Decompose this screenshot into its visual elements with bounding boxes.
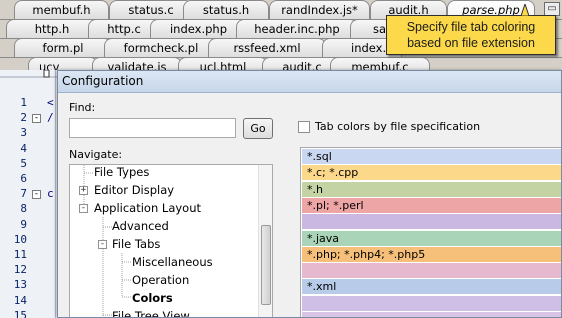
tree-item[interactable]: Editor Display: [94, 182, 174, 199]
callout-tooltip: Specify file tab coloring based on file …: [386, 15, 556, 55]
color-row[interactable]: [302, 312, 561, 317]
tab-list-button[interactable]: ▭: [544, 2, 560, 16]
color-row[interactable]: [302, 295, 561, 311]
fold-toggle-icon[interactable]: -: [32, 114, 41, 124]
color-row[interactable]: *.sql: [302, 149, 561, 164]
line-number: 12: [13, 263, 27, 277]
file-tab[interactable]: form.pl: [14, 38, 112, 58]
line-number: 7: [20, 187, 27, 201]
tree-item[interactable]: Colors: [132, 290, 173, 307]
tree-item[interactable]: Application Layout: [94, 200, 201, 217]
line-number: 4: [20, 141, 27, 155]
color-row[interactable]: [302, 263, 561, 279]
code-text[interactable]: c: [47, 187, 54, 200]
fold-toggle-icon[interactable]: -: [32, 190, 41, 200]
color-row[interactable]: *.php; *.php4; *.php5: [302, 246, 561, 262]
dialog-titlebar[interactable]: Configuration: [58, 71, 561, 93]
tree-scroll-thumb[interactable]: [261, 225, 271, 305]
file-tab[interactable]: ucl.html: [178, 57, 268, 70]
file-tab[interactable]: ucv: [28, 57, 98, 70]
file-tab[interactable]: randIndex.js*: [269, 0, 370, 20]
callout-line-2: based on file extension: [407, 36, 535, 50]
line-number: 6: [20, 172, 27, 185]
tab-colors-by-spec-checkbox[interactable]: [298, 121, 310, 133]
line-number-gutter: 1 <2-/3 4 5 6 7- c 8 9 10 11 12 13 14 15: [0, 70, 60, 318]
file-tab[interactable]: validate.js: [92, 57, 182, 70]
line-number: 10: [13, 232, 27, 246]
line-number: 9: [20, 217, 27, 231]
callout-line-1: Specify file tab coloring: [406, 20, 536, 34]
dialog-title: Configuration: [62, 74, 144, 88]
code-text[interactable]: <: [47, 96, 54, 109]
file-tab[interactable]: rssfeed.xml: [208, 38, 326, 58]
tree-scrollbar[interactable]: [258, 165, 272, 317]
go-button[interactable]: Go: [243, 118, 273, 139]
line-number: 2: [20, 111, 27, 125]
color-row[interactable]: *.java: [302, 230, 561, 246]
tree-item[interactable]: File Types: [94, 165, 149, 181]
file-tab[interactable]: membuf.c: [330, 57, 430, 70]
tree-item[interactable]: File Tabs: [112, 236, 160, 253]
color-row[interactable]: *.h: [302, 181, 561, 197]
line-number: 5: [20, 156, 27, 170]
color-row[interactable]: *.c; *.cpp: [302, 165, 561, 181]
line-number: 1: [20, 96, 27, 109]
navigate-label: Navigate:: [69, 148, 123, 161]
file-tab[interactable]: status.c: [109, 0, 193, 20]
tree-item[interactable]: Advanced: [112, 218, 169, 235]
line-number: 11: [13, 248, 27, 261]
collapse-icon[interactable]: -: [98, 240, 107, 249]
color-row[interactable]: *.pl; *.perl: [302, 197, 561, 213]
color-row[interactable]: *.xml: [302, 279, 561, 295]
tree-item[interactable]: File Tree View: [112, 308, 190, 317]
tab-colors-by-spec-label[interactable]: Tab colors by file specification: [315, 120, 480, 133]
file-tab[interactable]: index.php: [150, 19, 247, 39]
tree-item[interactable]: Operation: [132, 272, 189, 289]
configuration-dialog: Configuration Find: Go Navigate: File Ty…: [57, 70, 562, 318]
ruler-marker-icon: [0, 70, 60, 78]
line-number: 8: [20, 202, 27, 216]
expand-icon[interactable]: +: [79, 186, 88, 195]
line-number: 15: [13, 308, 27, 318]
dialog-body: Find: Go Navigate: File Types + Editor Dis…: [58, 93, 561, 317]
tab-row-4: ucv validate.js ucl.html audit.c membuf.…: [0, 57, 562, 70]
find-label: Find:: [69, 101, 96, 114]
tab-color-list[interactable]: *.sql *.c; *.cpp *.h *.pl; *.perl *.java *.ph…: [300, 147, 561, 317]
color-row[interactable]: [302, 214, 561, 230]
file-tab[interactable]: membuf.h: [14, 0, 109, 20]
find-input[interactable]: [69, 118, 236, 138]
callout-pointer-icon: [521, 4, 529, 16]
code-text[interactable]: /: [47, 111, 54, 124]
collapse-icon[interactable]: -: [79, 204, 88, 213]
file-tab[interactable]: header.inc.php: [236, 19, 358, 39]
line-number: 14: [13, 293, 27, 307]
file-tab[interactable]: formcheck.pl: [104, 38, 218, 58]
tree-item[interactable]: Miscellaneous: [132, 254, 213, 271]
line-number: 3: [20, 126, 27, 140]
file-tab[interactable]: http.h: [6, 19, 98, 39]
file-tab[interactable]: status.h: [183, 0, 269, 20]
line-number: 13: [13, 278, 27, 292]
navigation-tree[interactable]: File Types + Editor Display - Application La…: [69, 164, 273, 317]
